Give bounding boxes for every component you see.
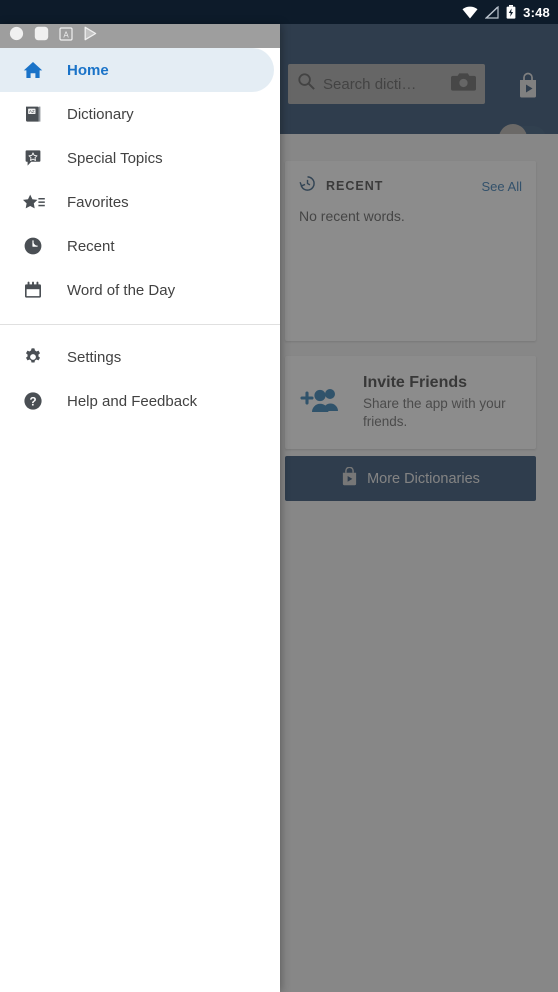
svg-text:?: ? xyxy=(29,395,36,408)
sidebar-item-help-and-feedback[interactable]: ? Help and Feedback xyxy=(0,379,280,423)
wifi-icon xyxy=(462,6,478,19)
sidebar-item-label: Settings xyxy=(67,348,122,366)
calendar-icon xyxy=(22,279,48,301)
sidebar-item-recent[interactable]: Recent xyxy=(0,224,280,268)
sidebar-item-settings[interactable]: Settings xyxy=(0,335,280,379)
sidebar-item-label: Favorites xyxy=(67,193,129,211)
sidebar-item-label: Word of the Day xyxy=(67,281,176,299)
sidebar-item-favorites[interactable]: Favorites xyxy=(0,180,280,224)
sidebar-item-label: Recent xyxy=(67,237,115,255)
star-badge-icon xyxy=(22,147,48,169)
svg-text:A: A xyxy=(63,30,69,39)
help-circle-icon: ? xyxy=(22,390,48,412)
status-bar-clock: 3:48 xyxy=(523,4,550,20)
drawer-divider xyxy=(0,324,280,325)
navigation-drawer: A Home AZ Dictionary Special Topics Favo… xyxy=(0,24,280,992)
svg-text:AZ: AZ xyxy=(29,109,35,114)
sidebar-item-special-topics[interactable]: Special Topics xyxy=(0,136,280,180)
sidebar-item-label: Home xyxy=(67,61,109,79)
sidebar-item-label: Dictionary xyxy=(67,105,134,123)
signal-off-icon xyxy=(485,5,499,19)
status-bar-right-group: 3:48 xyxy=(462,0,550,24)
sidebar-item-label: Special Topics xyxy=(67,149,163,167)
sidebar-item-word-of-the-day[interactable]: Word of the Day xyxy=(0,268,280,312)
drawer-scrim-overlay[interactable] xyxy=(280,24,558,992)
dictionary-book-icon: AZ xyxy=(22,103,48,125)
home-icon xyxy=(22,59,48,81)
rounded-square-notification-icon xyxy=(34,26,49,46)
battery-charging-icon xyxy=(506,5,516,19)
drawer-primary-list: Home AZ Dictionary Special Topics Favori… xyxy=(0,48,280,423)
play-store-notification-icon xyxy=(83,26,98,46)
star-list-icon xyxy=(22,191,48,213)
clock-icon xyxy=(22,235,48,257)
sidebar-item-home[interactable]: Home xyxy=(0,48,274,92)
circle-notification-icon xyxy=(9,26,24,46)
letter-a-notification-icon: A xyxy=(59,26,73,46)
gear-icon xyxy=(22,346,48,368)
notification-icons-bar: A xyxy=(0,24,280,48)
sidebar-item-dictionary[interactable]: AZ Dictionary xyxy=(0,92,280,136)
sidebar-item-label: Help and Feedback xyxy=(67,392,198,410)
status-bar: 3:48 xyxy=(0,0,558,24)
